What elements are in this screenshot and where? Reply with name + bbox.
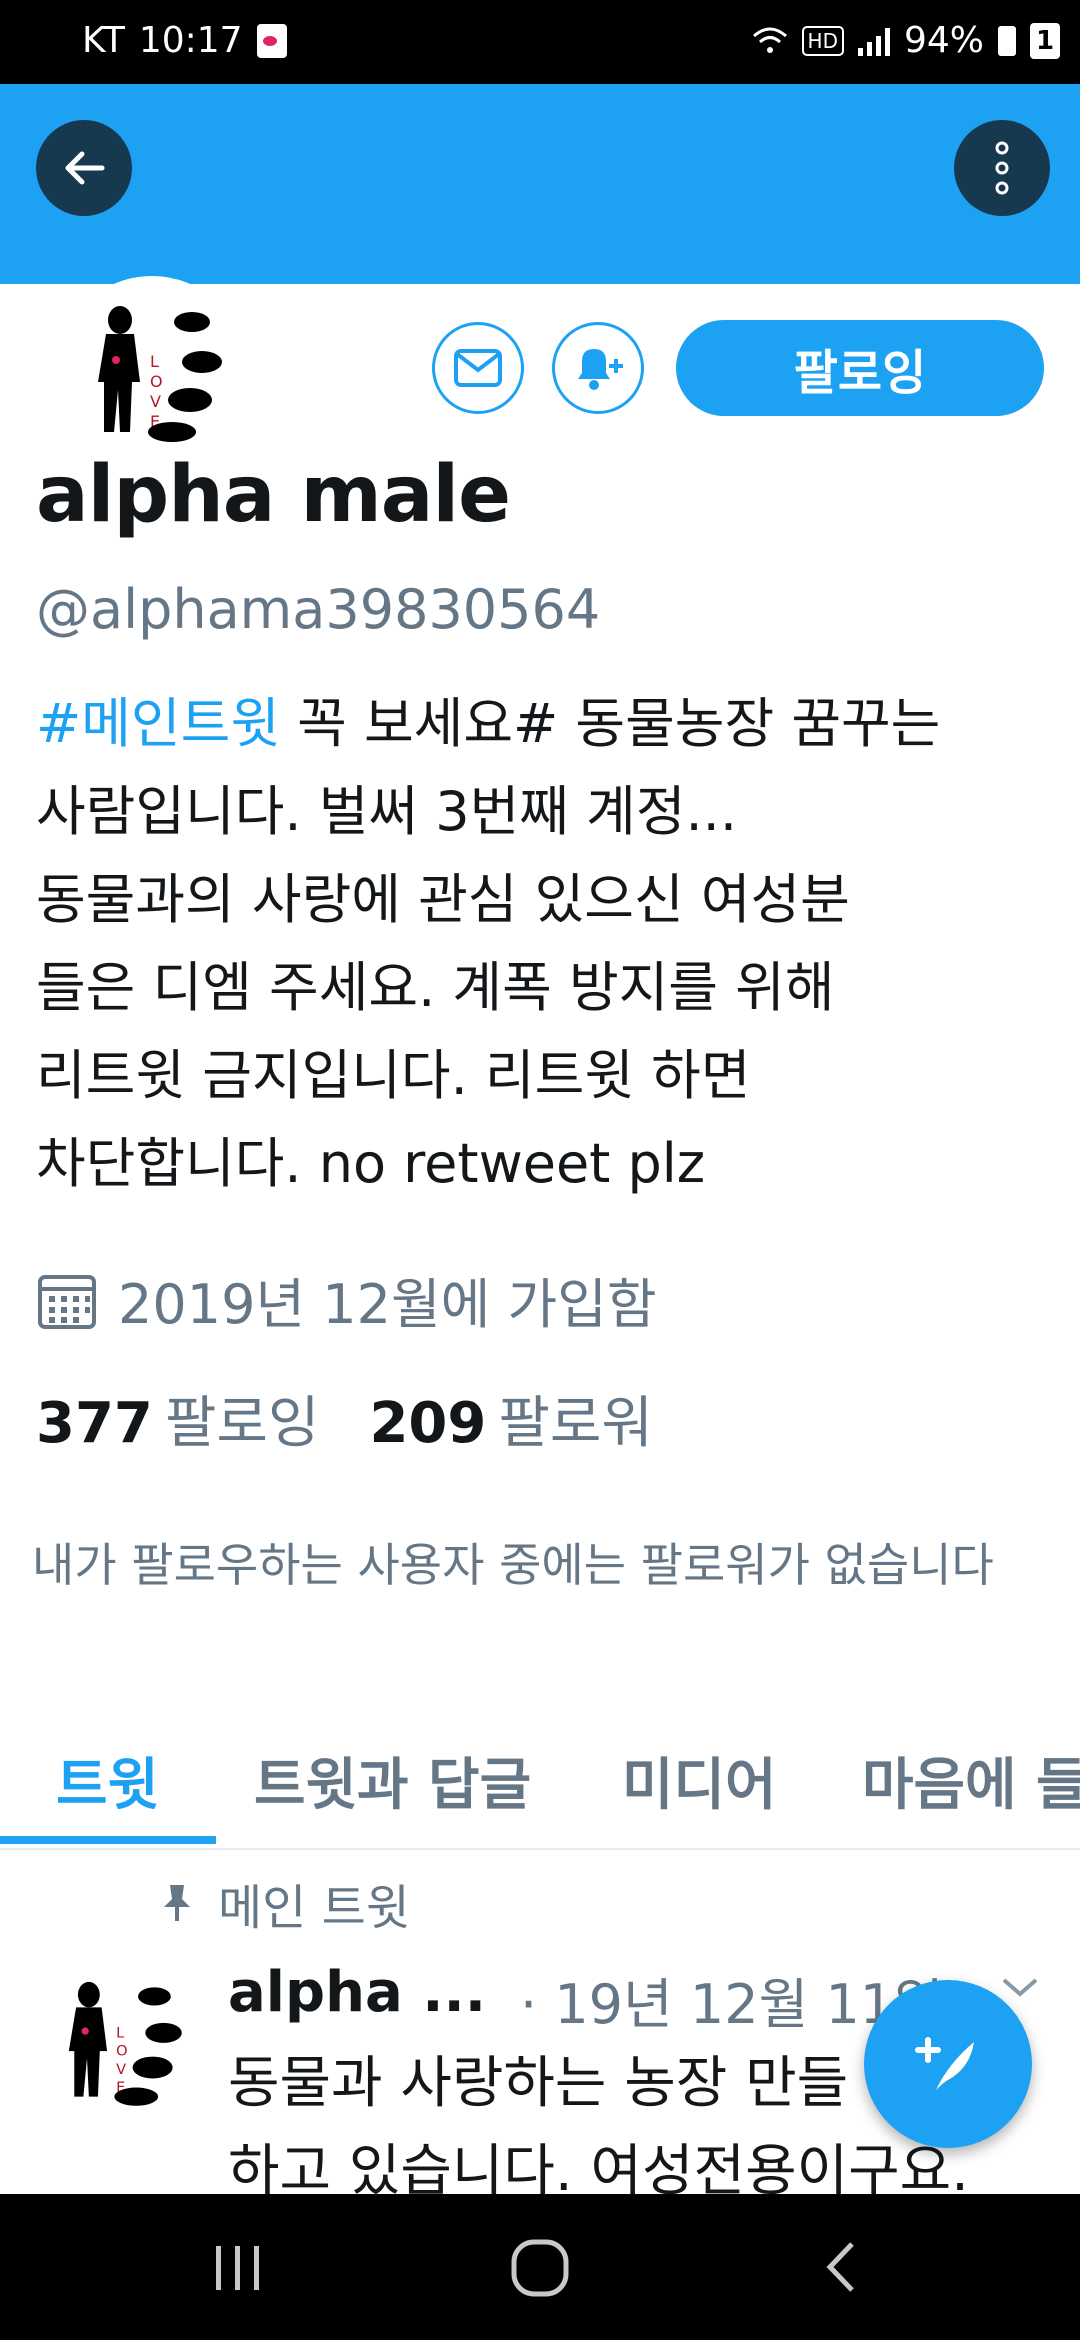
- battery-icon: [998, 25, 1016, 56]
- bio-hashtag-link[interactable]: #메인트윗: [36, 692, 280, 755]
- back-nav-icon[interactable]: [822, 2238, 862, 2296]
- bio-line: 들은 디엠 주세요. 계폭 방지를 위해: [36, 956, 835, 1019]
- followers-label[interactable]: 팔로워: [498, 1378, 653, 1459]
- mutual-followers-notice: 내가 팔로우하는 사용자 중에는 팔로워가 없습니다: [32, 1538, 994, 1592]
- svg-text:O: O: [150, 372, 163, 391]
- message-button[interactable]: [432, 322, 524, 414]
- recent-apps-icon[interactable]: [210, 2242, 266, 2294]
- joined-date: 2019년 12월에 가입함: [36, 1260, 657, 1339]
- following-button[interactable]: 팔로잉: [676, 320, 1044, 416]
- notifications-button[interactable]: [552, 322, 644, 414]
- pinned-tweet-header: 메인 트윗: [160, 1868, 410, 1938]
- bio-line-text: 꼭 보세요# 동물농장 꿈꾸는: [279, 692, 941, 755]
- battery-percent: 94%: [903, 20, 984, 61]
- user-handle: @alphama39830564: [36, 578, 601, 641]
- following-count[interactable]: 377: [36, 1391, 153, 1456]
- compose-tweet-button[interactable]: [864, 1980, 1032, 2148]
- status-right: HD 94% 1: [752, 20, 1060, 61]
- feather-plus-icon: [915, 2037, 974, 2090]
- joined-text: 2019년 12월에 가입함: [118, 1273, 657, 1336]
- bio-line: #메인트윗 꼭 보세요# 동물농장 꿈꾸는: [36, 680, 1046, 768]
- chevron-down-icon[interactable]: [1000, 1976, 1040, 2000]
- tab-tweets[interactable]: 트윗: [56, 1740, 159, 1821]
- pin-icon: [164, 1885, 190, 1921]
- bio-line: 사람입니다. 벌써 3번째 계정...: [36, 780, 737, 843]
- status-bar: KT 10:17 HD 94% 1: [0, 0, 1080, 84]
- avatar-image: L O V E: [64, 284, 240, 460]
- display-name: alpha male: [36, 450, 511, 540]
- bell-plus-icon: [578, 349, 623, 390]
- sim-slot-badge: 1: [1030, 22, 1060, 59]
- tab-media[interactable]: 미디어: [622, 1740, 777, 1821]
- pinned-label: 메인 트윗: [218, 1880, 410, 1936]
- clock: 10:17: [138, 20, 243, 61]
- profile-bio: #메인트윗 꼭 보세요# 동물농장 꿈꾸는 사람입니다. 벌써 3번째 계정..…: [36, 680, 1046, 1208]
- active-tab-indicator: [0, 1836, 216, 1844]
- profile-banner: [0, 84, 1080, 284]
- notification-app-icon: [256, 23, 287, 58]
- profile-avatar[interactable]: L O V E: [56, 276, 248, 468]
- svg-text:L: L: [150, 352, 159, 371]
- carrier-label: KT: [82, 20, 125, 61]
- followers-count[interactable]: 209: [369, 1391, 486, 1456]
- tweet-author-name[interactable]: alpha ...: [228, 1960, 486, 2025]
- bio-line: 동물과의 사랑에 관심 있으신 여성분: [36, 868, 850, 931]
- avatar-image: L O V E: [37, 1961, 199, 2123]
- more-options-button[interactable]: [954, 120, 1050, 216]
- profile-tabs: 트윗 트윗과 답글 미디어 마음에 들: [0, 1720, 1080, 1850]
- bio-line: 차단합니다. no retweet plz: [36, 1132, 706, 1195]
- svg-text:L: L: [116, 2024, 125, 2041]
- calendar-icon: [38, 1274, 96, 1329]
- signal-icon: [857, 26, 890, 56]
- hd-badge: HD: [801, 25, 844, 56]
- status-left: KT 10:17: [82, 20, 287, 61]
- tweet-author-avatar[interactable]: L O V E: [36, 1960, 200, 2124]
- following-label[interactable]: 팔로잉: [165, 1378, 320, 1459]
- home-icon[interactable]: [508, 2236, 572, 2300]
- svg-text:V: V: [150, 392, 161, 411]
- tab-tweets-and-replies[interactable]: 트윗과 답글: [254, 1740, 531, 1821]
- svg-text:V: V: [116, 2061, 126, 2078]
- system-navigation-bar: [0, 2194, 1080, 2340]
- wifi-icon: [752, 27, 787, 53]
- envelope-icon: [454, 349, 502, 387]
- tab-likes[interactable]: 마음에 들: [862, 1740, 1080, 1821]
- back-button[interactable]: [36, 120, 132, 216]
- svg-text:O: O: [116, 2043, 127, 2060]
- more-vertical-icon: [995, 141, 1009, 195]
- bio-line: 리트윗 금지입니다. 리트윗 하면: [36, 1044, 751, 1107]
- follow-counts: 377 팔로잉 209 팔로워: [36, 1378, 703, 1459]
- arrow-left-icon: [65, 151, 105, 185]
